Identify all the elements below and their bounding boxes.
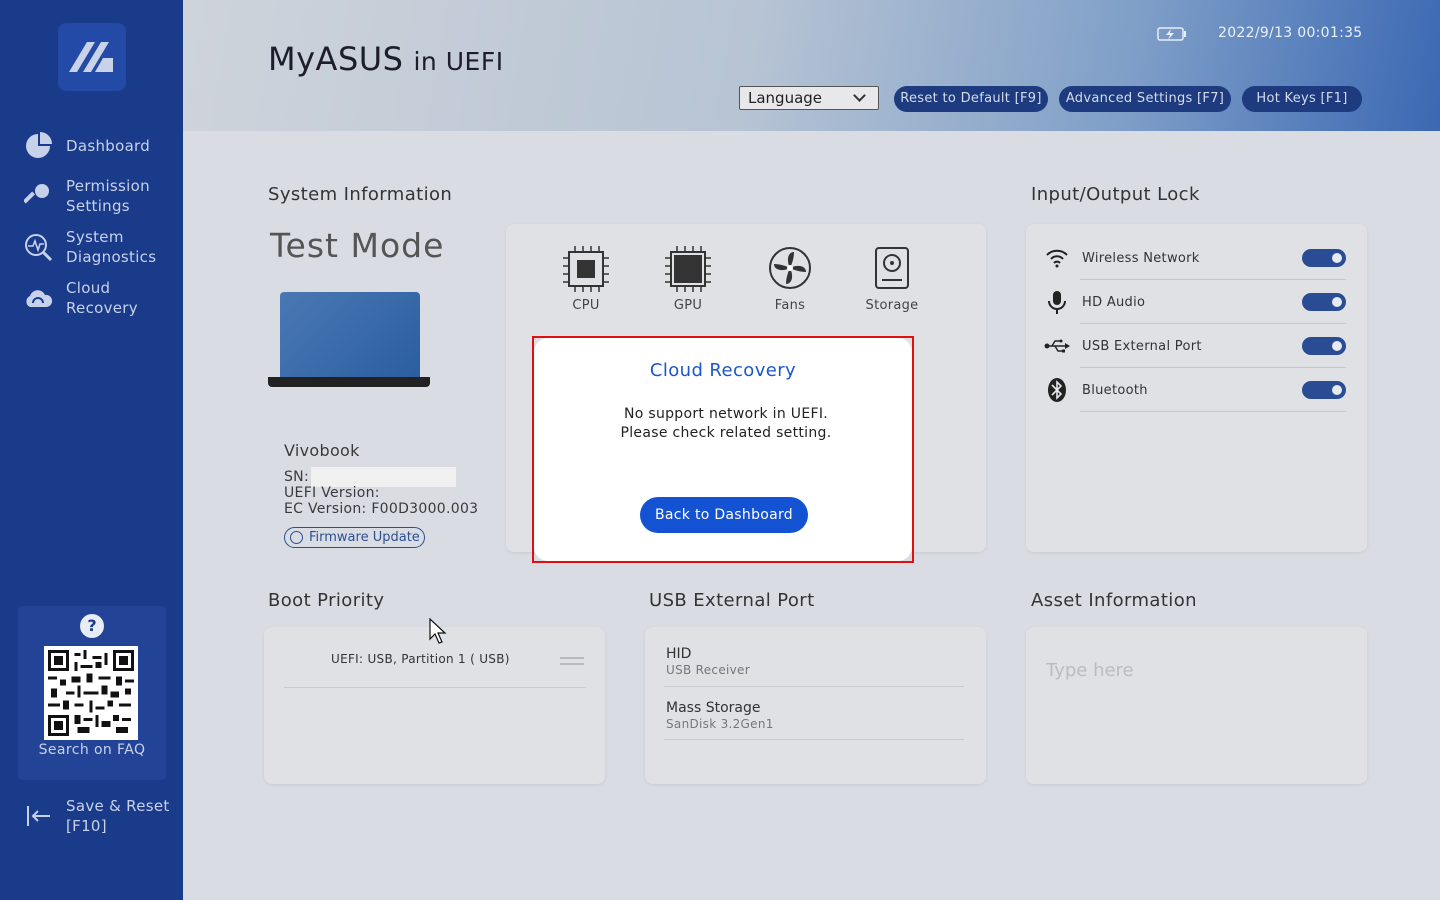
boot-priority-card — [264, 627, 605, 784]
system-information-title: System Information — [268, 184, 453, 205]
usb-external-port-toggle[interactable] — [1302, 337, 1346, 355]
asus-logo-icon — [69, 42, 113, 72]
uefi-version-label: UEFI Version: — [284, 485, 380, 501]
io-label: USB External Port — [1082, 338, 1202, 354]
page-title: MyASUS in UEFI — [268, 40, 504, 78]
hd-audio-toggle[interactable] — [1302, 293, 1346, 311]
boot-item[interactable]: UEFI: USB, Partition 1 ( USB) — [331, 652, 510, 666]
faq-panel: ? Search on FAQ — [18, 606, 166, 780]
io-row-usb: USB External Port — [1044, 324, 1346, 368]
battery-charging-icon — [1157, 27, 1186, 41]
exit-arrow-icon — [22, 800, 54, 832]
faq-qr-code — [44, 646, 138, 740]
sidebar-item-label: Permission Settings — [66, 177, 150, 215]
toggle-knob — [1332, 341, 1342, 351]
cpu-label: CPU — [572, 298, 600, 313]
storage-icon[interactable] — [862, 246, 922, 294]
toggle-knob — [1332, 253, 1342, 263]
title-main: MyASUS — [268, 40, 404, 78]
language-select[interactable]: Language — [739, 86, 879, 110]
toggle-knob — [1332, 385, 1342, 395]
boot-priority-title: Boot Priority — [268, 590, 385, 611]
usb-device-name: HID — [666, 646, 692, 662]
key-icon — [22, 180, 54, 212]
gpu-label: GPU — [673, 298, 703, 313]
ec-version: EC Version: F00D3000.003 — [284, 501, 479, 517]
io-label: Bluetooth — [1082, 382, 1148, 398]
firmware-update-label: Firmware Update — [309, 530, 420, 545]
firmware-update-button[interactable]: Firmware Update — [284, 527, 425, 548]
io-lock-title: Input/Output Lock — [1031, 184, 1200, 205]
microphone-icon — [1044, 289, 1070, 315]
pie-chart-icon — [22, 130, 54, 162]
asset-info-card — [1026, 627, 1367, 784]
divider — [1080, 411, 1346, 412]
reset-to-default-button[interactable]: Reset to Default [F9] — [894, 86, 1048, 112]
title-suffix: in UEFI — [413, 47, 504, 76]
save-reset-label: Save & Reset [F10] — [66, 797, 170, 835]
sidebar-item-cloud-recovery[interactable]: Cloud Recovery — [22, 278, 138, 318]
sidebar-item-label: System Diagnostics — [66, 228, 157, 266]
laptop-image — [280, 292, 420, 378]
language-select-value: Language — [748, 89, 823, 107]
dialog-message: No support network in UEFI. Please check… — [620, 406, 832, 441]
usb-device-name: Mass Storage — [666, 700, 761, 716]
divider — [284, 687, 586, 688]
mouse-cursor-icon — [429, 618, 447, 644]
serial-number-label: SN: — [284, 469, 309, 485]
io-row-wireless: Wireless Network — [1044, 236, 1346, 280]
myasus-logo — [58, 23, 126, 91]
hot-keys-button[interactable]: Hot Keys [F1] — [1242, 86, 1362, 112]
upload-icon — [290, 531, 303, 544]
asset-info-input[interactable] — [1046, 656, 1346, 684]
model-name: Vivobook — [284, 441, 360, 460]
sidebar-item-label: Cloud Recovery — [66, 279, 138, 317]
wireless-network-toggle[interactable] — [1302, 249, 1346, 267]
bluetooth-toggle[interactable] — [1302, 381, 1346, 399]
faq-label: Search on FAQ — [38, 742, 146, 758]
usb-icon — [1044, 333, 1070, 359]
divider — [664, 686, 964, 687]
usb-external-port-title: USB External Port — [649, 590, 815, 611]
laptop-base — [268, 377, 430, 387]
diagnostics-icon — [22, 231, 54, 263]
divider — [664, 739, 964, 740]
cpu-icon[interactable] — [556, 246, 616, 296]
sidebar-item-system-diagnostics[interactable]: System Diagnostics — [22, 227, 156, 267]
header: MyASUS in UEFI 2022/9/13 00:01:35 Languag… — [183, 0, 1440, 131]
bluetooth-icon — [1044, 377, 1070, 403]
drag-handle-icon[interactable] — [560, 657, 584, 665]
back-to-dashboard-button[interactable]: Back to Dashboard — [640, 497, 808, 533]
datetime-display: 2022/9/13 00:01:35 — [1218, 25, 1363, 41]
io-row-bluetooth: Bluetooth — [1044, 368, 1346, 412]
cloud-recovery-dialog: Cloud Recovery No support network in UEF… — [534, 338, 912, 561]
sidebar: Dashboard Permission Settings System Dia… — [0, 0, 183, 900]
asset-information-title: Asset Information — [1031, 590, 1197, 611]
test-mode-label: Test Mode — [270, 226, 445, 265]
io-label: HD Audio — [1082, 294, 1146, 310]
io-label: Wireless Network — [1082, 250, 1200, 266]
sidebar-item-permission-settings[interactable]: Permission Settings — [22, 176, 150, 216]
sidebar-item-dashboard[interactable]: Dashboard — [22, 130, 150, 162]
fan-icon[interactable] — [760, 246, 820, 294]
cloud-icon — [22, 282, 54, 314]
toggle-knob — [1332, 297, 1342, 307]
chevron-down-icon — [853, 89, 866, 102]
dialog-title: Cloud Recovery — [649, 360, 797, 381]
sidebar-item-label: Dashboard — [66, 137, 151, 155]
serial-number-redacted — [311, 467, 456, 487]
wifi-icon — [1044, 245, 1070, 271]
save-reset-button[interactable]: Save & Reset [F10] — [22, 796, 170, 836]
help-icon[interactable]: ? — [80, 614, 104, 638]
storage-label: Storage — [865, 298, 919, 313]
gpu-icon[interactable] — [658, 246, 718, 296]
io-row-audio: HD Audio — [1044, 280, 1346, 324]
advanced-settings-button[interactable]: Advanced Settings [F7] — [1059, 86, 1231, 112]
usb-device-detail: USB Receiver — [666, 663, 750, 677]
usb-device-detail: SanDisk 3.2Gen1 — [666, 717, 774, 731]
fans-label: Fans — [774, 298, 806, 313]
